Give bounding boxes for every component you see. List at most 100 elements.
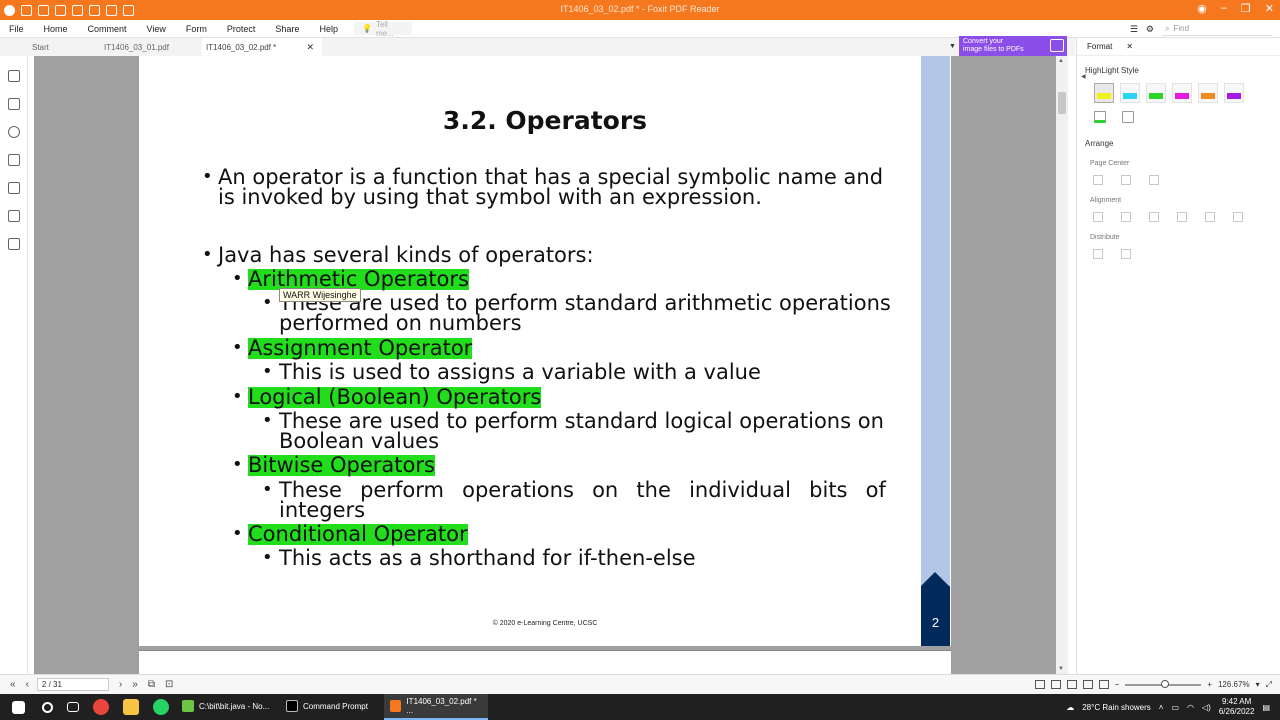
close-window-button[interactable]: ✕ <box>1265 2 1274 15</box>
zoom-dropdown-icon[interactable]: ▾ <box>1256 680 1260 689</box>
menu-help[interactable]: Help <box>319 24 338 34</box>
tab-start[interactable]: Start <box>0 38 100 56</box>
hand-tool-icon[interactable] <box>123 4 134 16</box>
single-page-icon[interactable] <box>1034 680 1045 689</box>
menu-share[interactable]: Share <box>275 24 299 34</box>
distribute-horizontal-icon[interactable] <box>1121 249 1131 259</box>
notifications-icon[interactable]: ▤ <box>1262 703 1270 712</box>
highlight-swatch[interactable] <box>1146 83 1166 103</box>
taskbar-app-foxit[interactable]: IT1406_03_02.pdf * ... <box>384 694 488 720</box>
attachment-icon[interactable] <box>7 182 20 194</box>
next-page-icon[interactable]: › <box>119 679 122 690</box>
center-horizontal-icon[interactable] <box>1093 175 1103 185</box>
page-view-icon[interactable]: ⧉ <box>148 679 155 690</box>
align-bottom-icon[interactable] <box>1233 212 1243 222</box>
tell-me-box[interactable]: 💡 Tell me... <box>353 20 412 38</box>
find-input[interactable]: ⌕ Find <box>1162 22 1272 36</box>
menu-home[interactable]: Home <box>44 24 68 34</box>
settings-icon[interactable]: ⚙ <box>1146 24 1154 35</box>
fullscreen-icon[interactable]: ⤢ <box>1266 680 1272 690</box>
redo-icon[interactable] <box>106 4 117 16</box>
document-viewport[interactable]: 3.2. Operators • An operator is a functi… <box>34 56 1056 674</box>
rotate-view-icon[interactable]: ⊡ <box>165 679 173 690</box>
zoom-level[interactable]: 126.67% <box>1218 680 1250 689</box>
weather-icon[interactable]: ☁ <box>1066 703 1074 712</box>
file-explorer-icon[interactable] <box>123 699 139 715</box>
ribbon-toggle-icon[interactable]: ☰ <box>1130 24 1138 35</box>
wifi-icon[interactable]: ◠ <box>1187 703 1194 712</box>
opacity-icon[interactable] <box>1122 111 1134 123</box>
distribute-vertical-icon[interactable] <box>1093 249 1103 259</box>
weather-text[interactable]: 28°C Rain showers <box>1082 703 1151 712</box>
tab-list-dropdown-icon[interactable]: ▼ <box>949 43 956 50</box>
vertical-scrollbar[interactable]: ▲ ▼ <box>1056 56 1068 674</box>
highlight-swatch[interactable] <box>1224 83 1244 103</box>
align-center-icon[interactable] <box>1121 212 1131 222</box>
bookmark-icon[interactable] <box>7 70 20 82</box>
scrollbar-thumb[interactable] <box>1058 92 1066 114</box>
menu-protect[interactable]: Protect <box>227 24 256 34</box>
prev-page-icon[interactable]: ‹ <box>26 679 29 690</box>
scroll-down-icon[interactable]: ▼ <box>1058 666 1064 672</box>
minimize-button[interactable]: – <box>1221 2 1227 15</box>
highlight-swatch[interactable] <box>1094 83 1114 103</box>
chrome-icon[interactable] <box>93 699 109 715</box>
security-lock-icon[interactable] <box>7 210 20 222</box>
zoom-in-icon[interactable]: + <box>1207 680 1212 689</box>
scan-icon[interactable] <box>72 4 83 16</box>
undo-icon[interactable] <box>89 4 100 16</box>
comments-icon[interactable] <box>7 126 20 138</box>
align-top-icon[interactable] <box>1177 212 1187 222</box>
alignment-label: Alignment <box>1090 197 1122 204</box>
account-icon[interactable]: ◉ <box>1197 2 1207 15</box>
layers-icon[interactable] <box>7 154 20 166</box>
convert-promo-banner[interactable]: Convert your image files to PDFs <box>959 36 1067 56</box>
signature-icon[interactable] <box>7 238 20 250</box>
tab-doc-1[interactable]: IT1406_03_01.pdf <box>100 38 202 56</box>
fit-page-icon[interactable] <box>1098 680 1109 689</box>
tab-doc-2[interactable]: IT1406_03_02.pdf * ✕ <box>202 38 322 56</box>
align-middle-icon[interactable] <box>1205 212 1215 222</box>
close-tab-icon[interactable]: ✕ <box>306 42 314 53</box>
system-clock[interactable]: 9:42 AM 6/26/2022 <box>1219 697 1255 717</box>
zoom-out-icon[interactable]: − <box>1115 680 1120 689</box>
highlight-swatch[interactable] <box>1198 83 1218 103</box>
center-vertical-icon[interactable] <box>1121 175 1131 185</box>
pages-icon[interactable] <box>7 98 20 110</box>
zoom-slider-knob[interactable] <box>1161 679 1170 688</box>
task-view-icon[interactable] <box>67 702 79 712</box>
whatsapp-icon[interactable] <box>153 699 169 715</box>
text-color-icon[interactable] <box>1094 111 1106 123</box>
highlight-swatch[interactable] <box>1172 83 1192 103</box>
open-icon[interactable] <box>21 4 32 16</box>
page-number-input[interactable]: 2 / 31 <box>36 678 109 691</box>
windows-start-icon[interactable] <box>12 700 25 714</box>
save-icon[interactable] <box>38 4 49 16</box>
network-icon[interactable]: ▭ <box>1171 703 1179 712</box>
restore-button[interactable]: ❐ <box>1241 2 1251 15</box>
volume-icon[interactable]: ◁) <box>1202 703 1211 712</box>
menu-file[interactable]: File <box>9 24 24 34</box>
continuous-facing-icon[interactable] <box>1082 680 1093 689</box>
collapse-arrow-icon[interactable]: ◀ <box>1081 73 1086 80</box>
search-taskbar-icon[interactable] <box>42 701 53 713</box>
zoom-slider[interactable] <box>1125 679 1202 688</box>
highlight-swatch[interactable] <box>1120 83 1140 103</box>
show-hidden-icons[interactable]: ˄ <box>1159 703 1164 712</box>
align-left-icon[interactable] <box>1093 212 1103 222</box>
taskbar-app-cmd[interactable]: Command Prompt <box>280 694 384 720</box>
scroll-up-icon[interactable]: ▲ <box>1058 58 1064 64</box>
taskbar-app-notepad[interactable]: C:\bit\bit.java - No... <box>176 694 280 720</box>
last-page-icon[interactable]: » <box>132 679 138 690</box>
close-panel-icon[interactable]: ✕ <box>1126 42 1133 51</box>
first-page-icon[interactable]: « <box>10 679 16 690</box>
facing-page-icon[interactable] <box>1066 680 1077 689</box>
format-tab[interactable]: Format <box>1087 42 1112 51</box>
center-both-icon[interactable] <box>1149 175 1159 185</box>
menu-comment[interactable]: Comment <box>88 24 127 34</box>
menu-view[interactable]: View <box>147 24 166 34</box>
continuous-page-icon[interactable] <box>1050 680 1061 689</box>
align-right-icon[interactable] <box>1149 212 1159 222</box>
print-icon[interactable] <box>55 4 66 16</box>
menu-form[interactable]: Form <box>186 24 207 34</box>
